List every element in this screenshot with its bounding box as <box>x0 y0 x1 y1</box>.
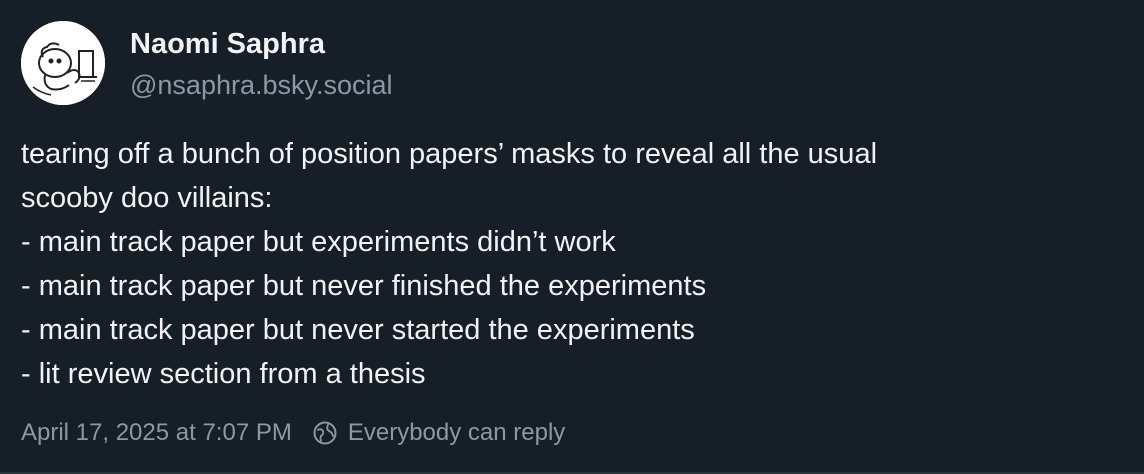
post-text-line: scooby doo villains: <box>21 182 273 214</box>
globe-reply-icon <box>312 420 338 446</box>
reply-setting-label: Everybody can reply <box>347 419 566 446</box>
post-text-line: - lit review section from a thesis <box>21 358 426 390</box>
post-text: tearing off a bunch of position papers’ … <box>21 132 1121 396</box>
post-meta: April 17, 2025 at 7:07 PM Everybody can … <box>21 417 565 449</box>
post-text-line: - main track paper but never finished th… <box>21 270 707 302</box>
post-timestamp[interactable]: April 17, 2025 at 7:07 PM <box>21 419 292 447</box>
post-card: Naomi Saphra @nsaphra.bsky.social tearin… <box>0 0 1144 474</box>
author-display-name[interactable]: Naomi Saphra <box>130 28 325 61</box>
cartoon-avatar-icon <box>21 21 105 105</box>
post-text-line: - main track paper but experiments didn’… <box>21 226 616 258</box>
author-avatar[interactable] <box>21 21 105 105</box>
reply-setting: Everybody can reply <box>312 419 565 447</box>
author-handle[interactable]: @nsaphra.bsky.social <box>130 70 393 101</box>
post-text-line: - main track paper but never started the… <box>21 314 695 346</box>
post-text-line: tearing off a bunch of position papers’ … <box>21 138 878 170</box>
